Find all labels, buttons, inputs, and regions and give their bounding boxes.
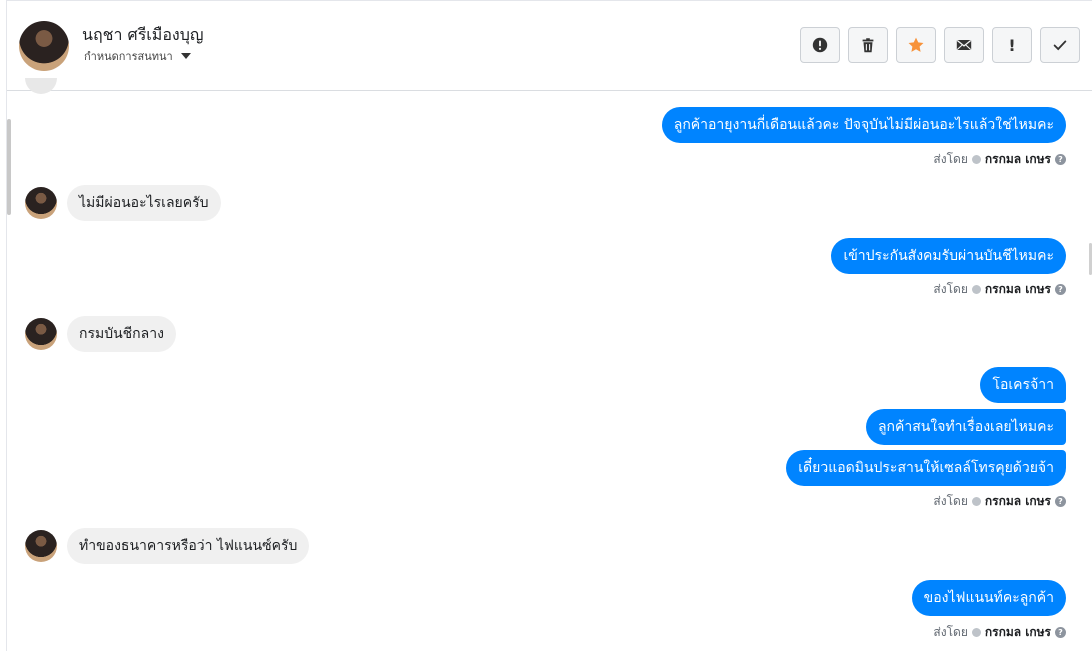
follow-up-button[interactable]: ! <box>992 27 1032 63</box>
contact-name[interactable]: นฤชา ศรีเมืองบุญ <box>82 23 204 48</box>
exclamation-icon: ! <box>1008 35 1016 55</box>
star-icon <box>908 37 924 52</box>
sent-by-line: ส่งโดย กรกมล เกษร ? <box>933 280 1066 299</box>
help-icon[interactable]: ? <box>1055 496 1066 507</box>
help-icon[interactable]: ? <box>1055 154 1066 165</box>
caret-down-icon <box>180 53 191 59</box>
verified-dot-icon <box>971 155 981 164</box>
sent-by-line: ส่งโดย กรกมล เกษร ? <box>933 623 1066 642</box>
outgoing-message[interactable]: โอเครจ้าา <box>980 367 1066 403</box>
outgoing-message[interactable]: ลูกค้าอายุงานกี่เดือนแล้วคะ ปัจจุบันไม่ม… <box>661 107 1066 143</box>
conversation-setting-label: กำหนดการสนทนา <box>84 50 173 63</box>
contact-avatar[interactable] <box>19 21 69 71</box>
agent-name[interactable]: กรกมล เกษร <box>985 492 1051 511</box>
trash-icon <box>862 38 874 53</box>
sent-by-label: ส่งโดย <box>933 494 968 508</box>
help-icon[interactable]: ? <box>1055 284 1066 295</box>
agent-name[interactable]: กรกมล เกษร <box>985 623 1051 642</box>
conversation-setting-dropdown[interactable]: กำหนดการสนทนา <box>84 47 191 65</box>
conversation-panel: นฤชา ศรีเมืองบุญ กำหนดการสนทนา ! ลูกค้าอ… <box>6 0 1092 651</box>
action-toolbar: ! <box>800 27 1080 63</box>
mark-done-button[interactable] <box>1040 27 1080 63</box>
outgoing-message[interactable]: ของไฟแนนท์คะลูกค้า <box>911 580 1066 616</box>
avatar[interactable] <box>25 530 57 562</box>
avatar[interactable] <box>25 318 57 350</box>
incoming-message-row: ไม่มีผ่อนอะไรเลยครับ <box>25 185 221 221</box>
help-icon[interactable]: ? <box>1055 627 1066 638</box>
alert-circle-icon <box>812 37 828 53</box>
check-icon <box>1053 40 1067 51</box>
sent-by-label: ส่งโดย <box>933 152 968 166</box>
incoming-message-row: ทำของธนาคารหรือว่า ไฟแนนซ์ครับ <box>25 528 310 564</box>
incoming-message[interactable]: ทำของธนาคารหรือว่า ไฟแนนซ์ครับ <box>67 528 310 564</box>
sent-by-line: ส่งโดย กรกมล เกษร ? <box>933 492 1066 511</box>
incoming-message-row: กรมบันชีกลาง <box>25 316 176 352</box>
verified-dot-icon <box>971 497 981 506</box>
agent-name[interactable]: กรกมล เกษร <box>985 150 1051 169</box>
verified-dot-icon <box>971 285 981 294</box>
message-list[interactable]: ลูกค้าอายุงานกี่เดือนแล้วคะ ปัจจุบันไม่ม… <box>7 78 1092 651</box>
outgoing-message[interactable]: เดี๋ยวแอดมินประสานให้เซลล์โทรคุยด้วยจ้า <box>786 450 1066 486</box>
conversation-header: นฤชา ศรีเมืองบุญ กำหนดการสนทนา ! <box>7 1 1092 91</box>
verified-dot-icon <box>971 628 981 637</box>
envelope-icon <box>956 40 972 50</box>
star-button[interactable] <box>896 27 936 63</box>
avatar[interactable] <box>25 187 57 219</box>
spam-button[interactable] <box>800 27 840 63</box>
sent-by-label: ส่งโดย <box>933 282 968 296</box>
outgoing-message[interactable]: ลูกค้าสนใจทำเรื่องเลยไหมคะ <box>865 409 1066 445</box>
sent-by-label: ส่งโดย <box>933 625 968 639</box>
mark-unread-button[interactable] <box>944 27 984 63</box>
agent-name[interactable]: กรกมล เกษร <box>985 280 1051 299</box>
avatar <box>25 78 57 94</box>
outgoing-message[interactable]: เข้าประกันสังคมรับผ่านบันชีไหมคะ <box>831 238 1066 274</box>
incoming-message[interactable]: ไม่มีผ่อนอะไรเลยครับ <box>67 185 221 221</box>
sent-by-line: ส่งโดย กรกมล เกษร ? <box>933 150 1066 169</box>
delete-button[interactable] <box>848 27 888 63</box>
incoming-message[interactable]: กรมบันชีกลาง <box>67 316 176 352</box>
